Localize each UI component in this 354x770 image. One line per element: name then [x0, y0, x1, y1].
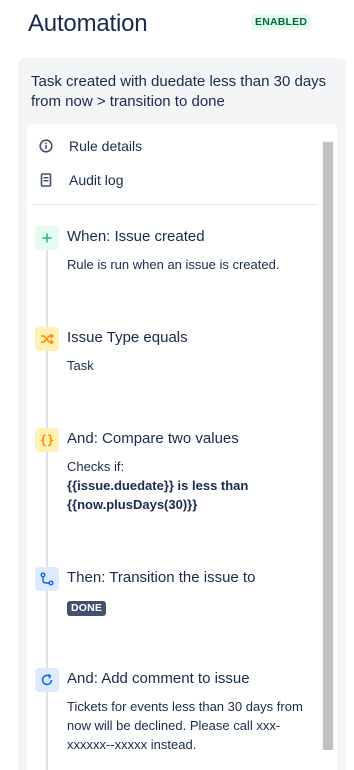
scrollbar-thumb[interactable] — [323, 142, 333, 750]
transition-icon — [35, 567, 59, 591]
status-badge: ENABLED — [251, 14, 312, 30]
plus-icon — [35, 226, 59, 250]
braces-icon: {} — [35, 428, 59, 452]
info-icon — [39, 139, 53, 153]
step-description: Rule is run when an issue is created. — [67, 257, 280, 272]
rule-card: Rule details Audit log When: Issue creat… — [27, 124, 337, 770]
rule-name: Task created with duedate less than 30 d… — [31, 73, 327, 110]
rule-panel: Task created with duedate less than 30 d… — [18, 58, 346, 770]
step-title[interactable]: Issue Type equals — [67, 329, 188, 346]
step-description: Checks if: {{issue.duedate}} is less tha… — [67, 457, 307, 514]
compare-expression: {{now.plusDays(30)}} — [67, 497, 198, 512]
compare-expression: {{issue.duedate}} is less than — [67, 478, 249, 493]
document-icon — [39, 173, 53, 187]
audit-log-label: Audit log — [69, 172, 124, 188]
audit-log-link[interactable]: Audit log — [39, 169, 123, 191]
divider — [31, 204, 317, 205]
rule-details-label: Rule details — [69, 138, 143, 154]
step-description: Tickets for events less than 30 days fro… — [67, 699, 303, 752]
compare-prefix: Checks if: — [67, 459, 125, 474]
step-description: Task — [67, 358, 94, 373]
shuffle-icon — [35, 327, 59, 351]
status-lozenge: DONE — [67, 601, 107, 616]
refresh-icon — [35, 668, 59, 692]
header: Automation ENABLED — [0, 0, 354, 50]
rule-details-link[interactable]: Rule details — [39, 135, 142, 157]
step-title[interactable]: And: Compare two values — [67, 430, 239, 447]
step-title[interactable]: When: Issue created — [67, 228, 205, 245]
step-title[interactable]: And: Add comment to issue — [67, 670, 250, 687]
step-description: DONE — [67, 597, 307, 616]
step-title[interactable]: Then: Transition the issue to — [67, 569, 255, 586]
page-title: Automation — [28, 10, 148, 37]
